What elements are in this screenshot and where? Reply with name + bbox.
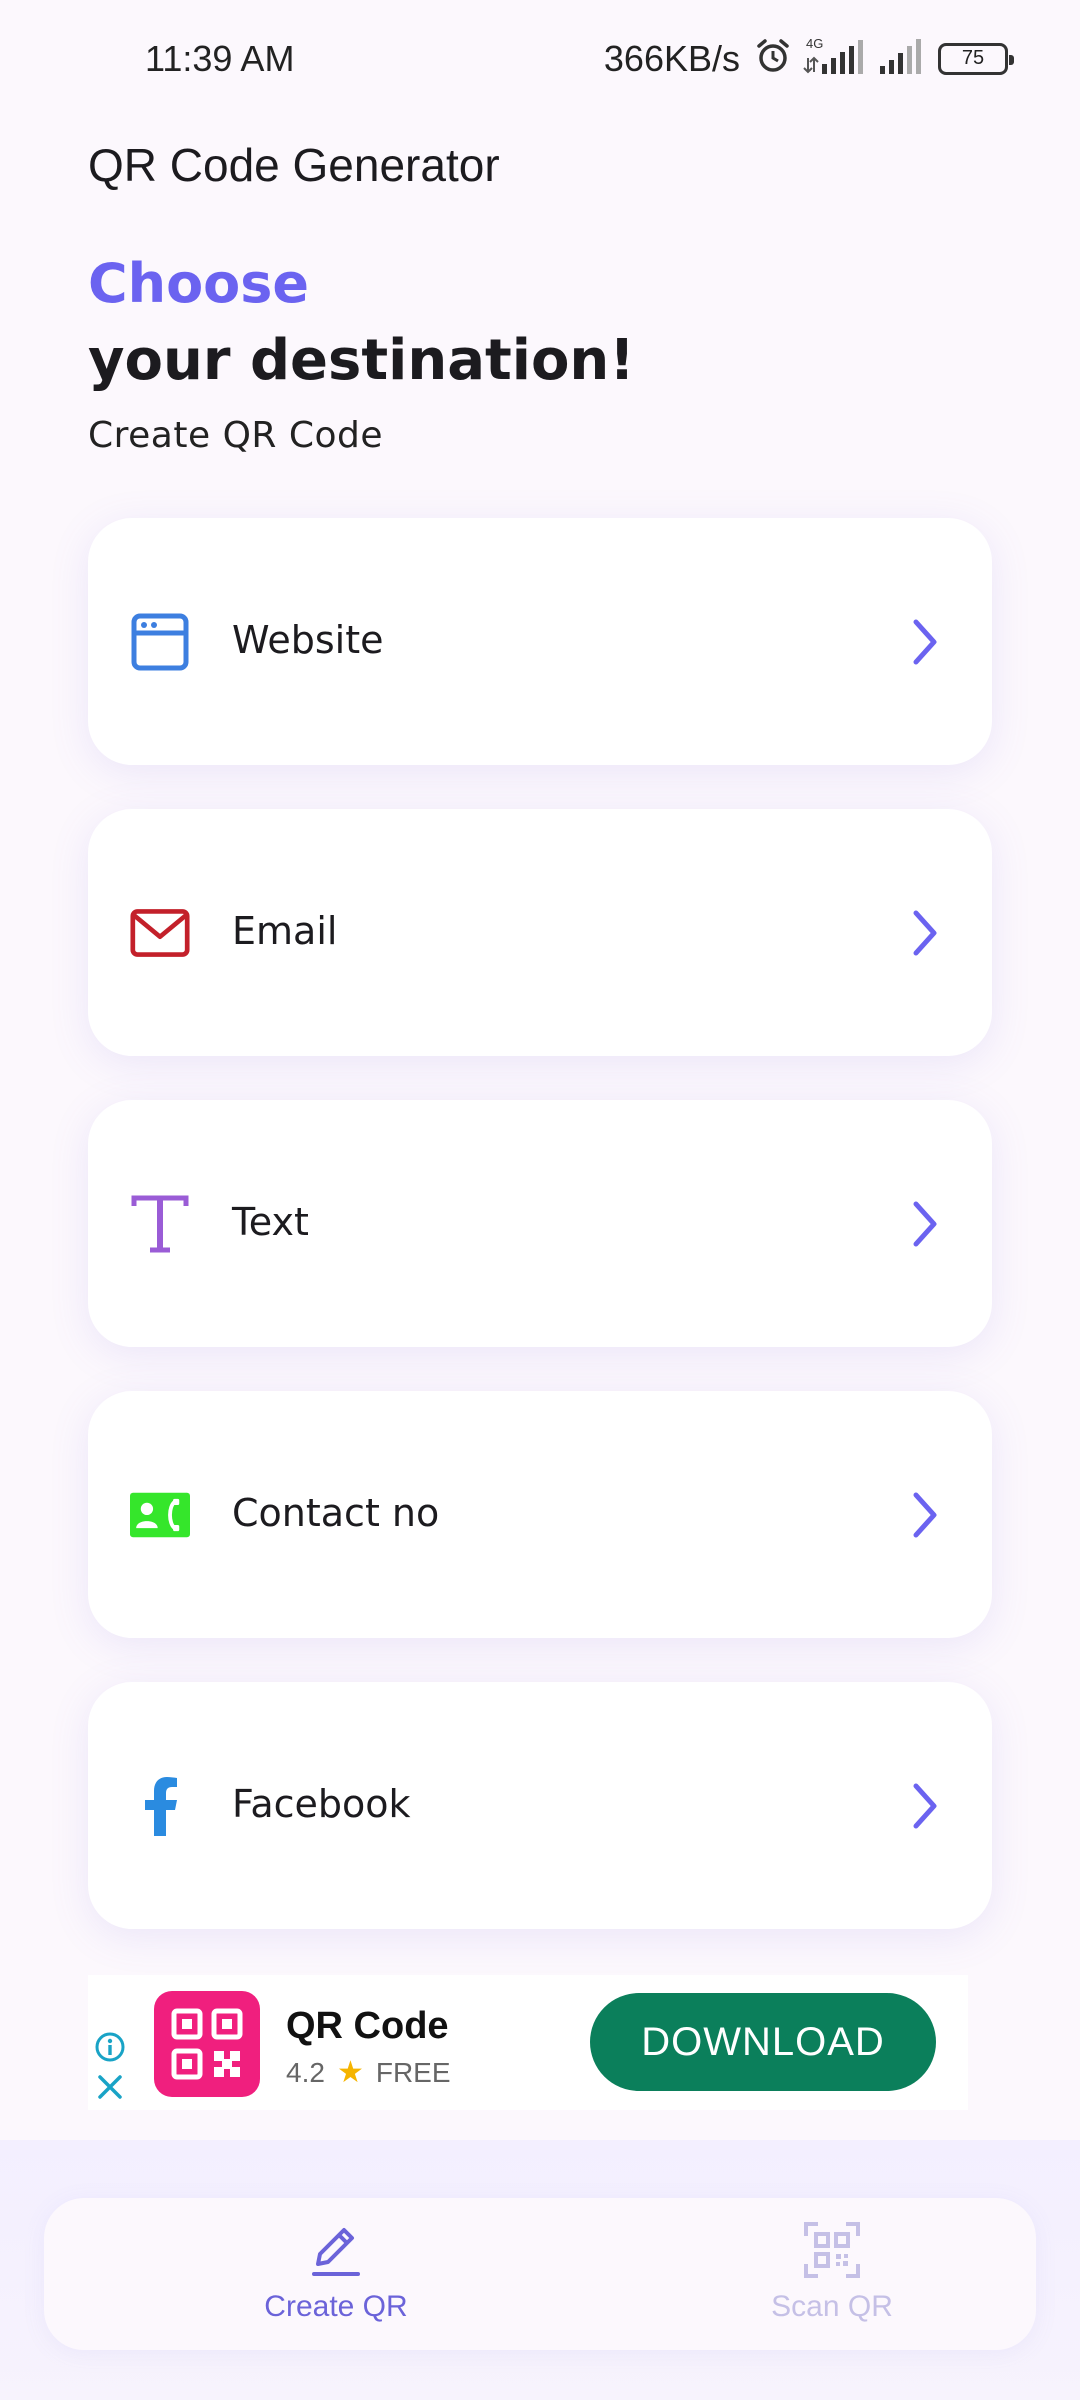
chevron-right-icon (913, 1201, 937, 1247)
alarm-icon (754, 37, 792, 80)
status-time: 11:39 AM (145, 38, 295, 79)
ad-app-name: QR Code (286, 2005, 449, 2047)
option-website[interactable]: Website (88, 518, 992, 765)
ad-app-logo (154, 1991, 260, 2097)
option-label: Contact no (232, 1491, 440, 1535)
qr-scan-icon (804, 2222, 860, 2278)
network-speed: 366KB/s (603, 37, 740, 79)
status-icons: 366KB/s 4G 75 (603, 36, 1014, 81)
envelope-icon (130, 903, 190, 963)
chevron-right-icon (913, 619, 937, 665)
mobile-signal-4g-icon: 4G (802, 36, 868, 81)
nav-create-qr[interactable]: Create QR (186, 2220, 486, 2330)
star-icon: ★ (336, 2056, 364, 2089)
facebook-icon (130, 1776, 190, 1836)
option-text[interactable]: Text (88, 1100, 992, 1347)
signal-bars-icon (878, 36, 928, 81)
chevron-right-icon (913, 1783, 937, 1829)
battery-level: 75 (961, 47, 985, 69)
heading-accent: Choose (88, 252, 310, 315)
close-icon[interactable] (96, 2073, 124, 2101)
status-bar: 11:39 AM 366KB/s 4G 75 (0, 0, 1080, 120)
option-label: Email (232, 909, 338, 953)
download-button[interactable]: DOWNLOAD (590, 1993, 936, 2091)
nav-label: Scan QR (771, 2290, 893, 2323)
chevron-right-icon (913, 1492, 937, 1538)
option-facebook[interactable]: Facebook (88, 1682, 992, 1929)
option-email[interactable]: Email (88, 809, 992, 1056)
page-title: your destination! (88, 328, 635, 393)
option-list: Website Email Text Contact no Facebook (88, 518, 992, 1973)
ad-meta: 4.2 ★ FREE (286, 2055, 451, 2090)
option-label: Facebook (232, 1782, 411, 1826)
contact-phone-icon (130, 1485, 190, 1545)
text-t-icon (130, 1194, 190, 1254)
nav-scan-qr[interactable]: Scan QR (682, 2220, 982, 2330)
bottom-nav: Create QR Scan QR (44, 2198, 1036, 2350)
page-subtitle: Create QR Code (88, 415, 384, 456)
ad-price: FREE (375, 2056, 451, 2088)
app-title: QR Code Generator (88, 139, 500, 191)
network-type-label: 4G (806, 36, 823, 51)
chevron-right-icon (913, 910, 937, 956)
option-label: Website (232, 618, 384, 662)
battery-icon: 75 (938, 42, 1014, 75)
ad-banner[interactable]: QR Code 4.2 ★ FREE DOWNLOAD (88, 1975, 968, 2110)
ad-rating: 4.2 (286, 2056, 325, 2088)
browser-window-icon (130, 612, 190, 672)
nav-label: Create QR (264, 2290, 408, 2323)
pencil-icon (312, 2228, 360, 2276)
info-icon[interactable] (94, 2031, 126, 2063)
option-contact[interactable]: Contact no (88, 1391, 992, 1638)
option-label: Text (232, 1200, 309, 1244)
